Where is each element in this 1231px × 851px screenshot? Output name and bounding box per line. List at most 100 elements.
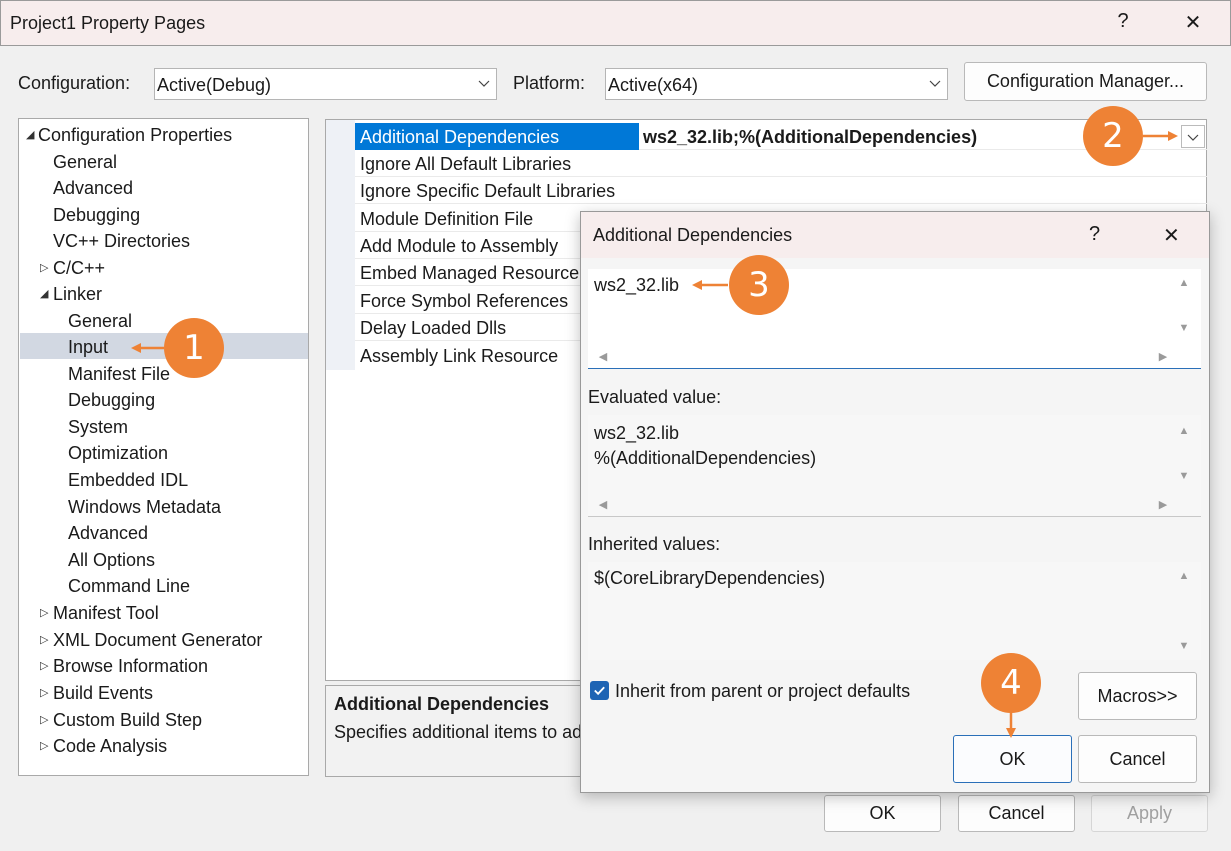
property-name: Assembly Link Resource xyxy=(360,346,559,366)
callout-3-badge: 3 xyxy=(729,255,789,315)
inherited-values-label: Inherited values: xyxy=(588,534,721,554)
tree-item-debugging[interactable]: Debugging xyxy=(53,202,140,228)
chevron-down-icon xyxy=(929,80,941,87)
inherit-checkbox[interactable] xyxy=(590,681,609,700)
property-name: Additional Dependencies xyxy=(360,127,560,147)
inherited-values-box: $(CoreLibraryDependencies) ▲ ▼ xyxy=(588,562,1201,660)
scroll-left-arrow-icon[interactable]: ◀ xyxy=(596,350,610,363)
evaluated-value-text: ws2_32.lib %(AdditionalDependencies) xyxy=(594,421,816,471)
callout-4-badge: 4 xyxy=(981,653,1041,713)
property-name: Embed Managed Resource File xyxy=(360,263,614,283)
tree-item-configuration-properties[interactable]: Configuration Properties xyxy=(38,122,232,148)
property-value[interactable]: ws2_32.lib;%(AdditionalDependencies) xyxy=(643,127,977,148)
collapse-triangle-icon[interactable]: ◢ xyxy=(40,287,48,300)
inherited-line: $(CoreLibraryDependencies) xyxy=(594,568,826,588)
tree-item-build-events[interactable]: Build Events xyxy=(53,680,153,706)
horizontal-scrollbar[interactable]: ◀ ▶ xyxy=(588,347,1174,367)
scroll-up-arrow-icon[interactable]: ▲ xyxy=(1177,570,1191,582)
expand-triangle-icon[interactable]: ▷ xyxy=(40,606,48,619)
evaluated-value-label: Evaluated value: xyxy=(588,387,722,407)
tree-item-custom-build-step[interactable]: Custom Build Step xyxy=(53,707,202,733)
tree-item-advanced[interactable]: Advanced xyxy=(53,175,133,201)
property-name: Delay Loaded Dlls xyxy=(360,318,507,338)
vertical-scrollbar[interactable]: ▲ ▼ xyxy=(1174,269,1194,347)
tree-item-linker-debugging[interactable]: Debugging xyxy=(68,387,155,413)
description-title: Additional Dependencies xyxy=(334,694,550,714)
scroll-right-arrow-icon[interactable]: ▶ xyxy=(1156,498,1170,511)
tree-item-xml-document-generator[interactable]: XML Document Generator xyxy=(53,627,262,653)
dialog-title: Additional Dependencies xyxy=(593,225,793,245)
tree-item-browse-information[interactable]: Browse Information xyxy=(53,653,208,679)
tree-item-cpp[interactable]: C/C++ xyxy=(53,255,105,281)
cancel-button[interactable]: Cancel xyxy=(958,795,1075,832)
tree-item-linker-general[interactable]: General xyxy=(68,308,132,334)
property-tree[interactable]: ◢ Configuration Properties General Advan… xyxy=(18,118,309,776)
expand-triangle-icon[interactable]: ▷ xyxy=(40,261,48,274)
property-name: Force Symbol References xyxy=(360,291,569,311)
tree-item-code-analysis[interactable]: Code Analysis xyxy=(53,733,167,759)
tree-item-manifest-file[interactable]: Manifest File xyxy=(68,361,170,387)
tree-item-command-line[interactable]: Command Line xyxy=(68,573,190,599)
scroll-up-arrow-icon[interactable]: ▲ xyxy=(1177,425,1191,437)
chevron-down-icon xyxy=(478,80,490,87)
evaluated-value-box: ws2_32.lib %(AdditionalDependencies) ▲ ▼… xyxy=(588,415,1201,517)
scroll-right-arrow-icon[interactable]: ▶ xyxy=(1156,350,1170,363)
platform-label: Platform: xyxy=(513,73,586,93)
grid-row[interactable]: Additional Dependencies ws2_32.lib;%(Add… xyxy=(355,123,1207,150)
tree-item-manifest-tool[interactable]: Manifest Tool xyxy=(53,600,159,626)
checkmark-icon xyxy=(594,686,605,696)
configuration-combo[interactable]: Active(Debug) xyxy=(154,68,497,100)
scroll-down-arrow-icon[interactable]: ▼ xyxy=(1177,640,1191,652)
inherit-checkbox-label[interactable]: Inherit from parent or project defaults xyxy=(615,681,910,702)
tree-item-embedded-idl[interactable]: Embedded IDL xyxy=(68,467,188,493)
scroll-down-arrow-icon[interactable]: ▼ xyxy=(1177,470,1191,482)
grid-row[interactable]: Ignore All Default Libraries xyxy=(355,150,1207,177)
property-name: Ignore All Default Libraries xyxy=(360,154,572,174)
configuration-label: Configuration: xyxy=(18,73,131,93)
tree-item-vc-directories[interactable]: VC++ Directories xyxy=(53,228,190,254)
horizontal-scrollbar[interactable]: ◀ ▶ xyxy=(588,495,1174,515)
tree-item-system[interactable]: System xyxy=(68,414,128,440)
close-button[interactable]: ✕ xyxy=(1178,10,1208,35)
scroll-up-arrow-icon[interactable]: ▲ xyxy=(1177,277,1191,289)
platform-value: Active(x64) xyxy=(608,75,699,95)
configuration-manager-button[interactable]: Configuration Manager... xyxy=(964,62,1207,101)
expand-triangle-icon[interactable]: ▷ xyxy=(40,713,48,726)
tree-item-linker[interactable]: Linker xyxy=(53,281,102,307)
property-name: Module Definition File xyxy=(360,209,534,229)
collapse-triangle-icon[interactable]: ◢ xyxy=(26,128,34,141)
vertical-scrollbar[interactable]: ▲ ▼ xyxy=(1174,562,1194,660)
dialog-cancel-button[interactable]: Cancel xyxy=(1078,735,1197,783)
chevron-down-icon xyxy=(1187,134,1199,141)
macros-button[interactable]: Macros>> xyxy=(1078,672,1197,720)
tree-item-general[interactable]: General xyxy=(53,149,117,175)
callout-2-badge: 2 xyxy=(1083,106,1143,166)
dependencies-edit-box[interactable]: ws2_32.lib ▲ ▼ ◀ ▶ xyxy=(588,269,1201,369)
value-dropdown-button[interactable] xyxy=(1181,125,1205,148)
apply-button[interactable]: Apply xyxy=(1091,795,1208,832)
dialog-close-button[interactable]: ✕ xyxy=(1163,223,1180,248)
platform-combo[interactable]: Active(x64) xyxy=(605,68,948,100)
expand-triangle-icon[interactable]: ▷ xyxy=(40,659,48,672)
property-name: Ignore Specific Default Libraries xyxy=(360,181,616,201)
ok-button[interactable]: OK xyxy=(824,795,941,832)
evaluated-line: ws2_32.lib xyxy=(594,423,680,443)
dialog-ok-button[interactable]: OK xyxy=(953,735,1072,783)
tree-item-linker-advanced[interactable]: Advanced xyxy=(68,520,148,546)
dependencies-edit-text[interactable]: ws2_32.lib xyxy=(594,275,679,296)
tree-item-all-options[interactable]: All Options xyxy=(68,547,155,573)
expand-triangle-icon[interactable]: ▷ xyxy=(40,633,48,646)
expand-triangle-icon[interactable]: ▷ xyxy=(40,739,48,752)
dialog-help-button[interactable]: ? xyxy=(1089,223,1100,246)
tree-item-linker-input[interactable]: Input xyxy=(68,334,108,360)
scroll-left-arrow-icon[interactable]: ◀ xyxy=(596,498,610,511)
expand-triangle-icon[interactable]: ▷ xyxy=(40,686,48,699)
vertical-scrollbar[interactable]: ▲ ▼ xyxy=(1174,415,1194,493)
configuration-value: Active(Debug) xyxy=(157,75,272,95)
tree-item-optimization[interactable]: Optimization xyxy=(68,440,168,466)
help-button[interactable]: ? xyxy=(1108,10,1138,33)
tree-item-windows-metadata[interactable]: Windows Metadata xyxy=(68,494,221,520)
grid-row[interactable]: Ignore Specific Default Libraries xyxy=(355,177,1207,204)
scroll-down-arrow-icon[interactable]: ▼ xyxy=(1177,322,1191,334)
evaluated-line: %(AdditionalDependencies) xyxy=(594,448,817,468)
